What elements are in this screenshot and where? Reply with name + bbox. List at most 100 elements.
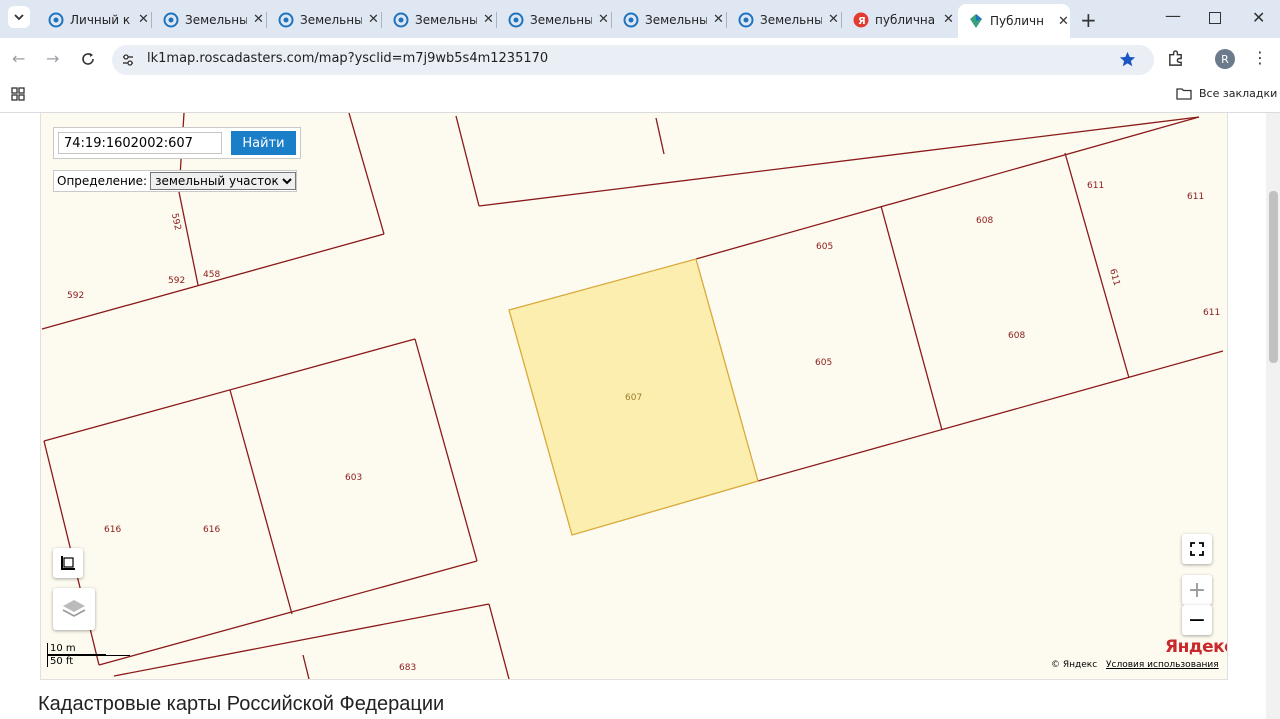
parcel-label: 592 — [168, 276, 185, 286]
tab-2[interactable]: Земельны ✕ — [268, 5, 380, 34]
minimize-button[interactable]: — — [1165, 6, 1181, 25]
zoom-in-button[interactable]: + — [1182, 575, 1212, 605]
tab-4[interactable]: Земельны ✕ — [498, 5, 610, 34]
rosreestr-icon — [738, 12, 754, 27]
rosreestr-icon — [278, 12, 294, 27]
map-attribution: © Яндекс Условия использования — [1051, 660, 1219, 670]
close-icon[interactable]: ✕ — [138, 12, 149, 27]
fullscreen-button[interactable] — [1182, 534, 1212, 564]
bookmark-star-icon[interactable] — [1119, 51, 1136, 68]
definition-select[interactable]: земельный участок — [150, 172, 297, 190]
apps-icon[interactable] — [11, 87, 25, 101]
parcel-boundary — [43, 338, 416, 442]
layers-button[interactable] — [53, 588, 95, 630]
back-button[interactable]: ← — [12, 49, 25, 68]
tab-3[interactable]: Земельны ✕ — [383, 5, 495, 34]
scrollbar-thumb[interactable] — [1269, 191, 1278, 363]
parcel-label: 611 — [1187, 192, 1204, 202]
tab-5[interactable]: Земельны ✕ — [613, 5, 725, 34]
parcel-boundary — [655, 117, 665, 155]
plus-icon: + — [1187, 577, 1207, 603]
parcel-label: 616 — [104, 525, 121, 535]
all-bookmarks-link[interactable]: Все закладки — [1199, 87, 1277, 100]
close-icon[interactable]: ✕ — [828, 12, 839, 27]
parcel-boundary — [757, 350, 1224, 482]
scale-feet: 50 ft — [47, 655, 130, 667]
tab-8[interactable]: Публичн ✕ — [958, 4, 1070, 38]
page-title: Кадастровые карты Российской Федерации — [38, 693, 445, 715]
site-info-icon[interactable] — [121, 53, 135, 67]
tab-strip: Личный к ✕ Земельны ✕ Земельны ✕ Земельн… — [0, 0, 1280, 38]
parcel-label: 592 — [169, 212, 182, 231]
forward-button[interactable]: → — [46, 49, 59, 68]
parcel-boundary — [113, 603, 490, 677]
definition-label: Определение: — [57, 174, 148, 188]
close-icon[interactable]: ✕ — [483, 12, 494, 27]
tab-title: Земельны — [530, 12, 592, 27]
scrollbar[interactable] — [1266, 113, 1280, 719]
zoom-out-button[interactable]: − — [1182, 605, 1212, 635]
parcel-label: 683 — [399, 663, 416, 673]
parcel-label-selected: 607 — [625, 393, 642, 403]
scale-bar: 10 m 50 ft — [47, 643, 130, 667]
close-icon[interactable]: ✕ — [598, 12, 609, 27]
parcel-label: 592 — [67, 291, 84, 301]
ruler-button[interactable] — [53, 548, 83, 578]
definition-row: Определение: земельный участок — [53, 170, 298, 192]
folder-icon — [1176, 88, 1192, 100]
chevron-down-icon — [14, 14, 24, 21]
parcel-boundary — [695, 116, 1200, 260]
find-button[interactable]: Найти — [231, 131, 296, 155]
parcel-label: 611 — [1203, 308, 1220, 318]
menu-button[interactable]: ⋮ — [1252, 48, 1268, 67]
tab-title: Земельны — [300, 12, 362, 27]
copyright: © Яндекс — [1051, 660, 1098, 670]
parcel-label: 608 — [1008, 331, 1025, 341]
parcel-boundary — [98, 560, 478, 666]
close-icon[interactable]: ✕ — [253, 12, 264, 27]
terms-link[interactable]: Условия использования — [1106, 660, 1219, 670]
reload-icon[interactable] — [81, 52, 95, 66]
close-window-button[interactable]: ✕ — [1252, 8, 1265, 27]
tab-1[interactable]: Земельны ✕ — [153, 5, 265, 34]
close-icon[interactable]: ✕ — [1058, 14, 1069, 29]
close-icon[interactable]: ✕ — [713, 12, 724, 27]
tab-title: Публичн — [990, 14, 1044, 28]
avatar[interactable]: R — [1215, 49, 1235, 69]
url-text[interactable]: lk1map.roscadasters.com/map?ysclid=m7j9w… — [147, 51, 548, 66]
tab-title: Земельны — [645, 12, 707, 27]
rosreestr-icon — [163, 12, 179, 27]
avatar-initial: R — [1221, 52, 1229, 66]
svg-text:Я: Я — [858, 16, 866, 27]
scale-meters: 10 m — [47, 643, 106, 655]
parcel-label: 605 — [816, 242, 833, 252]
tab-title: публична — [875, 12, 936, 27]
parcel-label: 458 — [203, 270, 220, 280]
tab-0[interactable]: Личный к ✕ — [38, 5, 150, 34]
tab-6[interactable]: Земельны ✕ — [728, 5, 840, 34]
extensions-icon[interactable] — [1167, 50, 1184, 67]
fullscreen-icon — [1190, 542, 1204, 556]
parcel-boundary — [880, 205, 943, 431]
parcel-label: 603 — [345, 473, 362, 483]
rosreestr-icon — [393, 12, 409, 27]
parcel-boundary — [302, 654, 310, 679]
parcel-boundary — [41, 233, 385, 330]
yandex-icon: Я — [853, 12, 869, 27]
cadastral-number-input[interactable] — [58, 132, 222, 154]
parcel-boundary — [178, 191, 199, 286]
tab-7[interactable]: Я публична ✕ — [843, 5, 955, 34]
new-tab-button[interactable]: + — [1080, 8, 1097, 32]
tab-search-button[interactable] — [8, 6, 30, 28]
minus-icon: − — [1187, 607, 1207, 633]
close-icon[interactable]: ✕ — [943, 12, 954, 27]
close-icon[interactable]: ✕ — [368, 12, 379, 27]
map-container[interactable]: 592 592 592 458 603 616 616 683 607 605 … — [40, 113, 1228, 680]
parcel-label: 616 — [203, 525, 220, 535]
rosreestr-icon — [48, 12, 64, 27]
ruler-icon — [61, 556, 75, 570]
tab-title: Земельны — [185, 12, 247, 27]
restore-button[interactable] — [1209, 12, 1221, 24]
cadastral-map[interactable]: 592 592 592 458 603 616 616 683 607 605 … — [41, 113, 1227, 679]
tab-title: Земельны — [760, 12, 822, 27]
